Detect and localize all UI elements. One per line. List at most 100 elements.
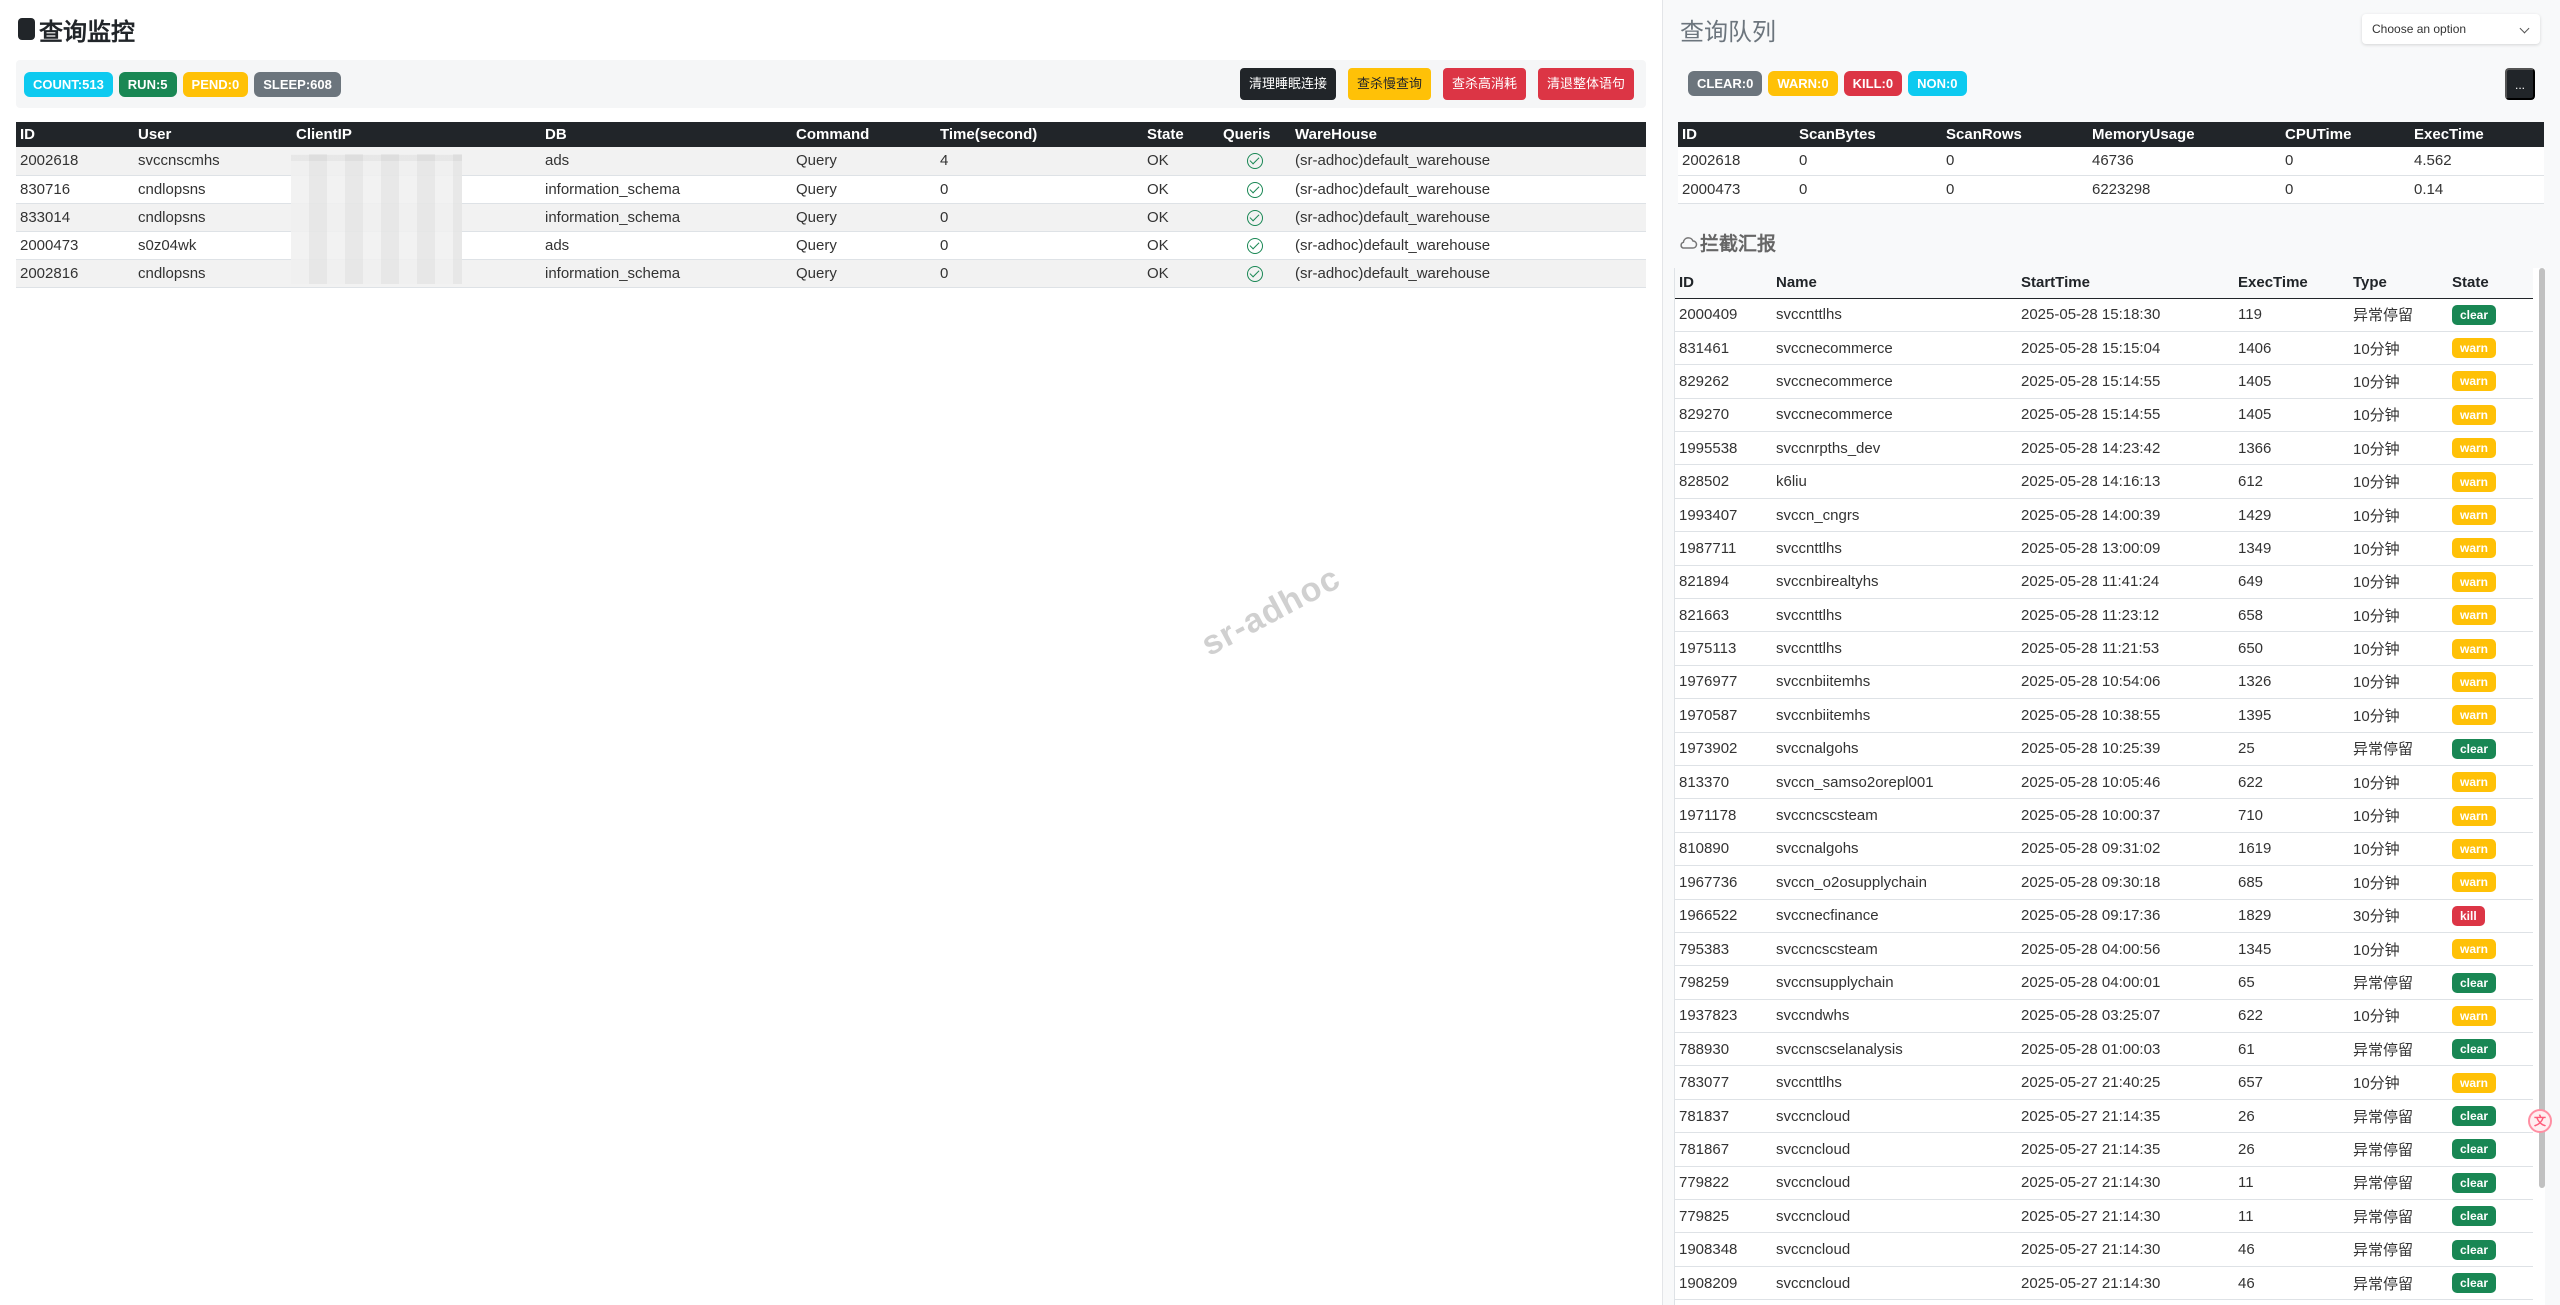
col-starttime[interactable]: StartTime (2017, 268, 2234, 299)
more-button[interactable]: ... (2505, 68, 2535, 100)
state-pill[interactable]: warn (2452, 772, 2497, 793)
col-clientip[interactable]: ClientIP (292, 122, 541, 147)
col-memoryusage[interactable]: MemoryUsage (2088, 122, 2281, 147)
evict-all-statements-button[interactable]: 清退整体语句 (1537, 68, 1634, 100)
cell-name: svccnttlhs (1772, 531, 2017, 566)
state-pill[interactable]: warn (2452, 805, 2497, 826)
state-pill[interactable]: warn (2452, 371, 2497, 392)
cell-exectime: 46 (2234, 1266, 2349, 1301)
state-pill[interactable]: clear (2452, 1039, 2497, 1060)
state-pill[interactable]: clear (2452, 1239, 2497, 1260)
state-pill[interactable]: warn (2452, 471, 2497, 492)
state-pill[interactable]: warn (2452, 538, 2497, 559)
state-pill[interactable]: warn (2452, 705, 2497, 726)
cell-db: information_schema (541, 259, 792, 288)
table-row: 1973902 svccnalgohs 2025-05-28 10:25:39 25 异… (1675, 732, 2533, 766)
state-pill[interactable]: warn (2452, 939, 2497, 960)
cell-id: 1995538 (1675, 431, 1772, 466)
warn-badge: WARN:0 (1768, 71, 1838, 96)
col-warehouse[interactable]: WareHouse (1291, 122, 1646, 147)
state-pill[interactable]: warn (2452, 438, 2497, 459)
state-pill[interactable]: warn (2452, 638, 2497, 659)
col-command[interactable]: Command (792, 122, 936, 147)
state-pill[interactable]: warn (2452, 404, 2497, 425)
cell-type: 10分钟 (2349, 498, 2448, 533)
col-user[interactable]: User (134, 122, 292, 147)
cell-starttime: 2025-05-28 11:41:24 (2017, 565, 2234, 600)
col-cputime[interactable]: CPUTime (2281, 122, 2410, 147)
col-id[interactable]: ID (1678, 122, 1795, 147)
table-row: 1908209 svccncloud 2025-05-27 21:14:30 46 异常… (1675, 1266, 2533, 1301)
cell-id: 1975113 (1675, 631, 1772, 666)
cell-starttime: 2025-05-28 11:21:53 (2017, 631, 2234, 666)
state-pill[interactable]: clear (2452, 1139, 2497, 1160)
col-type[interactable]: Type (2349, 268, 2448, 299)
state-pill[interactable]: clear (2452, 1273, 2497, 1294)
state-pill[interactable]: kill (2452, 905, 2485, 926)
state-pill[interactable]: clear (2452, 1172, 2497, 1193)
state-pill[interactable]: clear (2452, 738, 2497, 759)
cell-state: clear (2448, 732, 2533, 766)
state-pill[interactable]: warn (2452, 1072, 2497, 1093)
state-pill[interactable]: clear (2452, 1206, 2497, 1227)
col-queris[interactable]: Queris (1219, 122, 1291, 147)
col-state[interactable]: State (2448, 268, 2533, 299)
kill-high-cost-button[interactable]: 查杀高消耗 (1442, 68, 1526, 100)
clear-sleep-connections-button[interactable]: 清理睡眠连接 (1239, 68, 1336, 100)
state-pill[interactable]: warn (2452, 1005, 2497, 1026)
kill-slow-query-button[interactable]: 查杀慢查询 (1347, 68, 1431, 100)
col-scanbytes[interactable]: ScanBytes (1795, 122, 1942, 147)
check-circle-icon[interactable] (1247, 209, 1263, 226)
state-pill[interactable]: warn (2452, 872, 2497, 893)
col-state[interactable]: State (1143, 122, 1219, 147)
cell-type: 10分钟 (2349, 364, 2448, 399)
cell-starttime: 2025-05-28 03:25:07 (2017, 999, 2234, 1034)
check-circle-icon[interactable] (1247, 153, 1263, 170)
state-pill[interactable]: warn (2452, 505, 2497, 526)
report-scroll-area[interactable]: ID Name StartTime ExecTime Type State 20… (1674, 268, 2545, 1305)
cell-starttime: 2025-05-28 04:00:56 (2017, 932, 2234, 967)
col-db[interactable]: DB (541, 122, 792, 147)
cell-id: 2000473 (1678, 175, 1795, 204)
col-exectime[interactable]: ExecTime (2410, 122, 2544, 147)
col-time[interactable]: Time(second) (936, 122, 1143, 147)
cell-id: 1966522 (1675, 899, 1772, 933)
cell-starttime: 2025-05-28 14:23:42 (2017, 431, 2234, 466)
col-id[interactable]: ID (16, 122, 134, 147)
cell-name: k6liu (1772, 464, 2017, 499)
table-row: 1970587 svccnbiitemhs 2025-05-28 10:38:55 1… (1675, 698, 2533, 733)
scrollbar[interactable] (2539, 268, 2545, 1188)
state-pill[interactable]: clear (2452, 304, 2497, 325)
state-pill[interactable]: warn (2452, 671, 2497, 692)
cell-starttime: 2025-05-27 21:14:30 (2017, 1232, 2234, 1267)
state-pill[interactable]: clear (2452, 972, 2497, 993)
cell-name: svccnsupplychain (1772, 965, 2017, 1000)
cell-time: 0 (936, 259, 1143, 288)
cell-name: svccnbiitemhs (1772, 665, 2017, 700)
cell-type: 10分钟 (2349, 1065, 2448, 1100)
check-circle-icon[interactable] (1247, 265, 1263, 282)
cell-queris (1219, 147, 1291, 176)
cell-id: 2002816 (16, 259, 134, 288)
cell-starttime: 2025-05-28 10:54:06 (2017, 665, 2234, 700)
col-exectime[interactable]: ExecTime (2234, 268, 2349, 299)
state-pill[interactable]: warn (2452, 338, 2497, 359)
col-scanrows[interactable]: ScanRows (1942, 122, 2088, 147)
option-select[interactable]: Choose an option (2362, 14, 2540, 44)
cell-state: warn (2448, 431, 2533, 466)
query-monitor-table: ID User ClientIP DB Command Time(second)… (16, 122, 1646, 288)
col-id[interactable]: ID (1675, 268, 1772, 299)
state-pill[interactable]: warn (2452, 605, 2497, 626)
cell-warehouse: (sr-adhoc)default_warehouse (1291, 175, 1646, 204)
col-name[interactable]: Name (1772, 268, 2017, 299)
check-circle-icon[interactable] (1247, 181, 1263, 198)
state-pill[interactable]: warn (2452, 571, 2497, 592)
state-pill[interactable]: warn (2452, 838, 2497, 859)
cell-exectime: 657 (2234, 1065, 2349, 1100)
cell-state: kill (2448, 899, 2533, 933)
cell-starttime: 2025-05-28 13:00:09 (2017, 531, 2234, 566)
cell-state: OK (1143, 147, 1219, 176)
translate-icon[interactable]: 文 (2528, 1109, 2552, 1133)
check-circle-icon[interactable] (1247, 237, 1263, 254)
state-pill[interactable]: clear (2452, 1106, 2497, 1127)
